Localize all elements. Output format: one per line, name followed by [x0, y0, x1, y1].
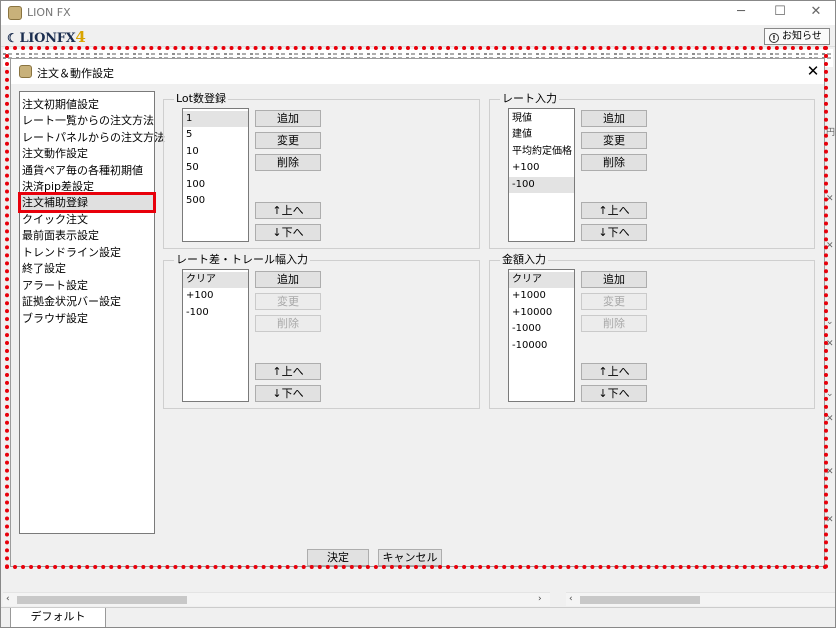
nav-item-order-initial[interactable]: 注文初期値設定	[20, 96, 154, 113]
lot-group: Lot数登録 1 5 10 50 100 500 追加 変更 削除 ↑上へ ↓下…	[163, 93, 480, 249]
scroll-left-icon[interactable]: ‹	[6, 593, 10, 606]
list-item[interactable]: +100	[183, 288, 248, 304]
app-toolbar: ☾ LIONFX4 ! お知らせ	[1, 25, 835, 47]
nav-item-browser[interactable]: ブラウザ設定	[20, 310, 154, 327]
trail-list[interactable]: クリア +100 -100	[182, 269, 249, 402]
notice-label: お知らせ	[782, 31, 822, 42]
amount-change-button[interactable]: 変更	[581, 293, 647, 310]
rate-change-button[interactable]: 変更	[581, 132, 647, 149]
nav-item-order-assist[interactable]: 注文補助登録	[18, 192, 156, 213]
brand-logo: ☾ LIONFX4	[7, 28, 86, 46]
nav-item-pair-initial[interactable]: 通貨ペア毎の各種初期値	[20, 162, 154, 179]
amount-down-button[interactable]: ↓下へ	[581, 385, 647, 402]
order-settings-dialog: 注文＆動作設定 ✕ 注文初期値設定 レート一覧からの注文方法 レートパネルからの…	[10, 58, 825, 567]
list-item[interactable]: 平均約定価格	[509, 144, 574, 160]
scroll-thumb[interactable]	[17, 596, 187, 604]
nav-item-margin-bar[interactable]: 証拠金状況バー設定	[20, 293, 154, 310]
lot-add-button[interactable]: 追加	[255, 110, 321, 127]
lot-up-button[interactable]: ↑上へ	[255, 202, 321, 219]
minimize-button[interactable]: ─	[719, 1, 763, 25]
nav-item-exit[interactable]: 終了設定	[20, 260, 154, 277]
app-title: LION FX	[27, 6, 71, 19]
rate-delete-button[interactable]: 削除	[581, 154, 647, 171]
amount-group-title: 金額入力	[500, 253, 548, 266]
rate-group-title: レート入力	[500, 92, 559, 105]
settings-nav: 注文初期値設定 レート一覧からの注文方法 レートパネルからの注文方法 注文動作設…	[18, 91, 165, 534]
lot-change-button[interactable]: 変更	[255, 132, 321, 149]
scroll-right-icon[interactable]: ›	[538, 593, 542, 606]
cancel-button[interactable]: キャンセル	[378, 549, 442, 566]
exclamation-icon: !	[769, 33, 779, 43]
dialog-close-button[interactable]: ✕	[804, 61, 822, 81]
lot-down-button[interactable]: ↓下へ	[255, 224, 321, 241]
list-item[interactable]: -1000	[509, 321, 574, 337]
amount-add-button[interactable]: 追加	[581, 271, 647, 288]
background-window-edge: 円 ✕ ✕ ⌄ ✕ ⌄ ✕ ✕ ✕	[826, 128, 836, 525]
nav-item-alert[interactable]: アラート設定	[20, 277, 154, 294]
rate-add-button[interactable]: 追加	[581, 110, 647, 127]
nav-item-topmost[interactable]: 最前面表示設定	[20, 227, 154, 244]
dialog-title: 注文＆動作設定	[37, 67, 114, 80]
list-item[interactable]: クリア	[509, 272, 574, 288]
nav-item-quick-order[interactable]: クイック注文	[20, 211, 154, 228]
dialog-titlebar: 注文＆動作設定 ✕	[11, 59, 824, 84]
trail-add-button[interactable]: 追加	[255, 271, 321, 288]
list-item[interactable]: 50	[183, 160, 248, 176]
window-close-button[interactable]: ✕	[794, 1, 835, 25]
list-item[interactable]: +1000	[509, 288, 574, 304]
app-titlebar: LION FX ─ ☐ ✕	[1, 1, 835, 25]
list-item[interactable]: 建値	[509, 127, 574, 143]
list-item[interactable]: -100	[183, 305, 248, 321]
amount-group: 金額入力 クリア +1000 +10000 -1000 -10000 追加 変更…	[489, 254, 815, 409]
trail-up-button[interactable]: ↑上へ	[255, 363, 321, 380]
list-item[interactable]: 500	[183, 193, 248, 209]
lion-claw-icon: ☾	[7, 31, 18, 45]
rate-list[interactable]: 現値 建値 平均約定価格 +100 -100	[508, 108, 575, 242]
nav-item-trendline[interactable]: トレンドライン設定	[20, 244, 154, 261]
amount-up-button[interactable]: ↑上へ	[581, 363, 647, 380]
list-item[interactable]: 5	[183, 127, 248, 143]
nav-item-rate-panel-order[interactable]: レートパネルからの注文方法	[20, 129, 165, 146]
bottom-tab-bar: デフォルト	[1, 607, 835, 627]
list-item[interactable]: +10000	[509, 305, 574, 321]
trail-delete-button[interactable]: 削除	[255, 315, 321, 332]
ok-button[interactable]: 決定	[307, 549, 369, 566]
trail-down-button[interactable]: ↓下へ	[255, 385, 321, 402]
tab-default[interactable]: デフォルト	[10, 608, 106, 627]
scroll-thumb[interactable]	[580, 596, 700, 604]
list-item[interactable]: 100	[183, 177, 248, 193]
list-item[interactable]: -10000	[509, 338, 574, 354]
rate-up-button[interactable]: ↑上へ	[581, 202, 647, 219]
rate-down-button[interactable]: ↓下へ	[581, 224, 647, 241]
trail-change-button[interactable]: 変更	[255, 293, 321, 310]
lot-list[interactable]: 1 5 10 50 100 500	[182, 108, 249, 242]
trail-group: レート差・トレール幅入力 クリア +100 -100 追加 変更 削除 ↑上へ …	[163, 254, 480, 409]
lot-delete-button[interactable]: 削除	[255, 154, 321, 171]
rate-group: レート入力 現値 建値 平均約定価格 +100 -100 追加 変更 削除 ↑上…	[489, 93, 815, 249]
list-item[interactable]: クリア	[183, 272, 248, 288]
trail-group-title: レート差・トレール幅入力	[174, 253, 310, 266]
nav-item-order-behavior[interactable]: 注文動作設定	[20, 145, 154, 162]
list-item[interactable]: +100	[509, 160, 574, 176]
list-item[interactable]: 1	[183, 111, 248, 127]
list-item[interactable]: 現値	[509, 111, 574, 127]
notice-button[interactable]: ! お知らせ	[764, 28, 830, 45]
lion-app-icon	[8, 6, 22, 20]
nav-item-pip-diff[interactable]: 決済pip差設定	[20, 178, 154, 195]
nav-item-rate-list-order[interactable]: レート一覧からの注文方法	[20, 112, 154, 129]
lot-group-title: Lot数登録	[174, 92, 228, 105]
amount-delete-button[interactable]: 削除	[581, 315, 647, 332]
amount-list[interactable]: クリア +1000 +10000 -1000 -10000	[508, 269, 575, 402]
list-item[interactable]: 10	[183, 144, 248, 160]
bottom-left-scrollbar[interactable]: ‹ ›	[3, 592, 550, 606]
list-item[interactable]: -100	[509, 177, 574, 193]
scroll-left-icon[interactable]: ‹	[569, 593, 573, 606]
lion-app-icon	[19, 65, 32, 78]
bottom-right-scrollbar[interactable]: ‹	[566, 592, 835, 606]
